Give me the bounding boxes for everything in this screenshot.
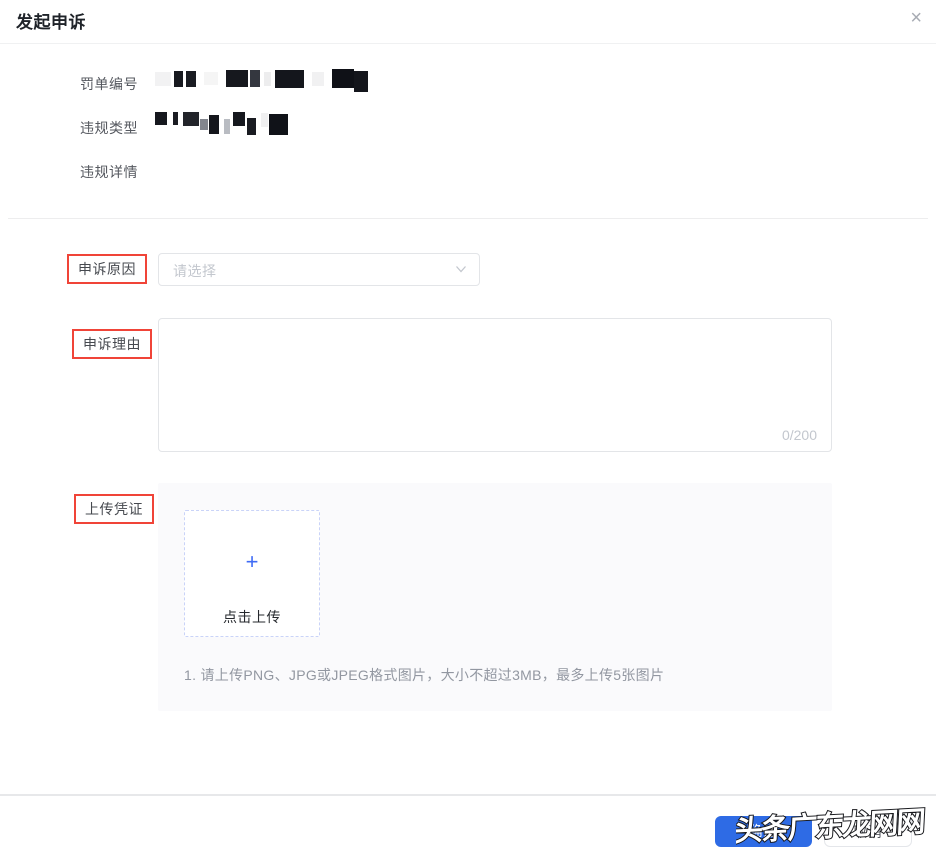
dialog-title: 发起申诉	[16, 13, 86, 32]
appeal-rationale-textarea[interactable]: 0/200	[158, 318, 832, 452]
ticket-number-redacted-value	[155, 69, 368, 92]
appeal-reason-placeholder: 请选择	[173, 263, 217, 279]
section-divider	[8, 218, 928, 219]
appeal-dialog: 发起申诉 × 罚单编号 违规类型 违规详情 申诉原因 请选择 申诉理由 0/20…	[0, 0, 936, 854]
close-icon[interactable]: ×	[910, 6, 922, 30]
char-counter: 0/200	[781, 427, 817, 443]
appeal-reason-select[interactable]: 请选择	[158, 253, 480, 286]
violation-type-redacted-value	[155, 112, 288, 135]
cancel-button[interactable]: 取消	[824, 816, 912, 847]
upload-panel: + 点击上传 1. 请上传PNG、JPG或JPEG格式图片，大小不超过3MB，最…	[158, 483, 832, 711]
dialog-header: 发起申诉 ×	[0, 0, 936, 44]
appeal-reason-label: 申诉原因	[67, 254, 147, 284]
upload-button-label: 点击上传	[223, 609, 281, 625]
upload-hint-text: 1. 请上传PNG、JPG或JPEG格式图片，大小不超过3MB，最多上传5张图片	[184, 667, 665, 683]
appeal-rationale-label: 申诉理由	[72, 329, 152, 359]
upload-button[interactable]: + 点击上传	[184, 510, 320, 637]
footer-divider	[0, 794, 936, 796]
field-label-violation-detail: 违规详情	[80, 164, 138, 180]
plus-icon: +	[245, 549, 259, 574]
chevron-down-icon	[455, 263, 467, 275]
upload-evidence-label: 上传凭证	[74, 494, 154, 524]
field-label-ticket-number: 罚单编号	[80, 76, 138, 92]
field-label-violation-type: 违规类型	[80, 120, 138, 136]
confirm-button[interactable]: 确定	[715, 816, 812, 847]
